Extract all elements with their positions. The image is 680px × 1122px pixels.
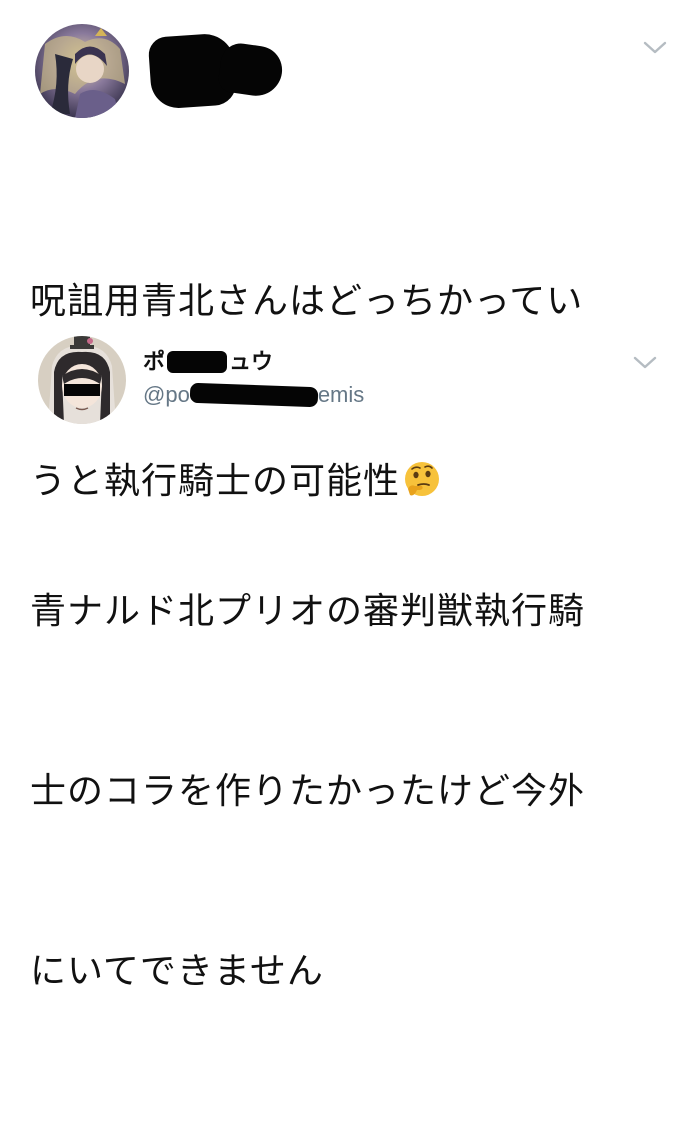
avatar-image [35, 24, 129, 118]
avatar[interactable] [38, 336, 126, 424]
chevron-down-icon[interactable] [642, 40, 668, 56]
tweet-1[interactable]: 呪詛用青北さんはどっちかってい うと執行騎士の可能性 [0, 0, 680, 502]
tweet-text-line: 士のコラを作りたかったけど今外 [30, 771, 586, 812]
handle-part: @po [143, 382, 190, 407]
redacted-display-name [167, 351, 228, 373]
redacted-display-name [216, 40, 286, 100]
avatar-image [38, 336, 126, 424]
tweet-text-line: にいてできません [30, 951, 324, 992]
user-handle[interactable]: @po emis [143, 382, 364, 408]
tweet-text: 青ナルド北プリオの審判獣執行騎 士のコラを作りたかったけど今外 にいてできません [30, 462, 650, 1122]
avatar[interactable] [35, 24, 129, 118]
redacted-handle [189, 382, 319, 408]
handle-part: emis [317, 382, 365, 407]
display-name-part: ュウ [229, 350, 274, 375]
display-name[interactable]: ポ ュウ [143, 344, 273, 376]
chevron-down-icon[interactable] [632, 355, 658, 371]
tweet-2[interactable]: ポ ュウ @po emis 青ナルド北プリオの審判獣執行騎 士のコラを作りたかったけ… [0, 300, 680, 992]
tweet-text-line: 青ナルド北プリオの審判獣執行騎 [30, 591, 586, 632]
display-name-part: ポ [143, 350, 166, 375]
